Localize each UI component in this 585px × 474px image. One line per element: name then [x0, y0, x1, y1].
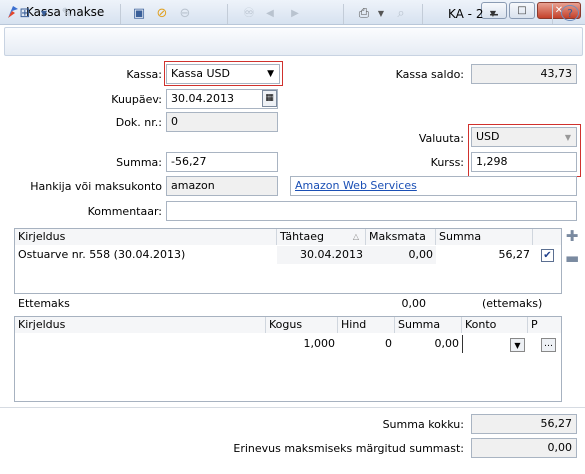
row-checkbox[interactable]: ✔	[541, 249, 554, 262]
sort-ascending-icon: △	[352, 232, 359, 241]
table-row-maksmata[interactable]: 0,00	[366, 246, 436, 264]
column-header-check	[533, 229, 561, 245]
more-options-icon[interactable]: …	[541, 338, 556, 352]
valuuta-value: USD	[476, 130, 500, 143]
ettemaks-label: Ettemaks	[18, 297, 70, 310]
konto-dropdown-icon[interactable]: ▼	[510, 338, 525, 352]
kommentaar-field[interactable]	[166, 201, 577, 221]
summa-label: Summa:	[116, 156, 162, 169]
kuupaev-value: 30.04.2013	[171, 92, 234, 105]
valuuta-select[interactable]: USD ▼	[471, 127, 577, 147]
kommentaar-label: Kommentaar:	[87, 205, 162, 218]
kassa-saldo-label: Kassa saldo:	[395, 68, 464, 81]
summa-kokku-field: 56,27	[471, 414, 577, 434]
line-row-kogus[interactable]: 1,000	[266, 335, 338, 353]
kurss-label: Kurss:	[430, 156, 464, 169]
edit-icon[interactable]: ✎	[58, 5, 76, 23]
column-header-kogus[interactable]: Kogus	[266, 317, 338, 333]
toolbar-separator	[552, 4, 553, 24]
line-row-summa[interactable]: 0,00	[395, 335, 462, 353]
hankija-link[interactable]: Amazon Web Services	[295, 179, 417, 192]
dok-field[interactable]: 0	[166, 112, 278, 132]
line-row-kirjeldus[interactable]	[15, 335, 266, 353]
erinevus-label: Erinevus maksmiseks märgitud summast:	[233, 442, 464, 455]
column-header-p[interactable]: P	[528, 317, 561, 333]
maximize-button[interactable]: □	[509, 2, 535, 19]
chevron-down-icon: ▼	[564, 133, 571, 142]
toolbar-separator	[343, 4, 344, 24]
hankija-name-box: Amazon Web Services	[290, 176, 577, 196]
line-grid: Kirjeldus Kogus Hind Summa Konto P 1,000…	[14, 316, 562, 402]
print-icon[interactable]: ⎙	[354, 5, 374, 23]
ettemaks-suffix: (ettemaks)	[482, 297, 543, 310]
invoice-grid: Kirjeldus Tähtaeg △ Maksmata Summa Ostua…	[14, 228, 562, 294]
hankija-label: Hankija või maksukonto	[30, 180, 162, 193]
kassa-select[interactable]: Kassa USD ▼	[166, 64, 280, 84]
column-header-summa[interactable]: Summa	[395, 317, 462, 333]
toolbar-separator	[227, 4, 228, 24]
kurss-field[interactable]: 1,298	[471, 152, 577, 172]
column-header-tahtaeg-label: Tähtaeg	[280, 230, 324, 243]
line-row-hind[interactable]: 0	[338, 335, 395, 353]
print-preview-icon[interactable]: ⌕	[392, 5, 410, 23]
column-header-konto[interactable]: Konto	[462, 317, 528, 333]
calendar-icon[interactable]: ▦	[262, 90, 277, 107]
binoculars-icon[interactable]: ♾	[240, 5, 258, 23]
column-header-kirjeldus[interactable]: Kirjeldus	[15, 317, 266, 333]
cancel-icon[interactable]: ⊘	[153, 5, 171, 23]
divider	[0, 407, 585, 408]
column-header-hind[interactable]: Hind	[338, 317, 395, 333]
column-header-summa[interactable]: Summa	[436, 229, 533, 245]
toolbar	[4, 27, 583, 56]
delete-icon[interactable]: ⊖	[176, 5, 194, 23]
help-icon[interactable]: ?	[561, 5, 579, 21]
erinevus-field: 0,00	[471, 438, 577, 458]
dok-label: Dok. nr.:	[115, 116, 162, 129]
arrow-left-icon[interactable]: ◀	[263, 5, 277, 23]
doc-number-label[interactable]: KA - 2	[448, 5, 488, 23]
column-header-tahtaeg[interactable]: Tähtaeg △	[277, 229, 366, 245]
add-row-icon[interactable]: ✚	[565, 229, 579, 244]
kuupaev-label: Kuupäev:	[111, 93, 162, 106]
column-header-maksmata[interactable]: Maksmata	[366, 229, 436, 245]
toolbar-separator	[422, 4, 423, 24]
new-doc-icon[interactable]: ⊞	[16, 5, 34, 23]
table-row-kirjeldus[interactable]: Ostuarve nr. 558 (30.04.2013)	[15, 246, 277, 264]
kassa-label: Kassa:	[126, 68, 162, 81]
doc-dropdown-icon[interactable]: ▼	[487, 5, 499, 23]
save-icon[interactable]: ▣	[130, 5, 148, 23]
table-row-tahtaeg[interactable]: 30.04.2013	[277, 246, 366, 264]
kassa-select-value: Kassa USD	[171, 67, 230, 80]
new-dropdown-icon[interactable]: ▼	[38, 5, 50, 23]
chevron-down-icon: ▼	[267, 69, 274, 79]
hankija-field[interactable]: amazon	[166, 176, 278, 196]
toolbar-separator	[120, 4, 121, 24]
valuuta-label: Valuuta:	[418, 132, 464, 145]
column-header-kirjeldus[interactable]: Kirjeldus	[15, 229, 277, 245]
kassa-saldo-field: 43,73	[471, 64, 577, 84]
remove-row-icon[interactable]: ▬	[565, 251, 579, 266]
arrow-right-icon[interactable]: ▶	[288, 5, 302, 23]
summa-field[interactable]: -56,27	[166, 152, 278, 172]
ettemaks-value: 0,00	[401, 297, 427, 310]
table-row-summa[interactable]: 56,27	[436, 246, 533, 264]
summa-kokku-label: Summa kokku:	[382, 418, 464, 431]
print-dropdown-icon[interactable]: ▼	[375, 5, 387, 23]
